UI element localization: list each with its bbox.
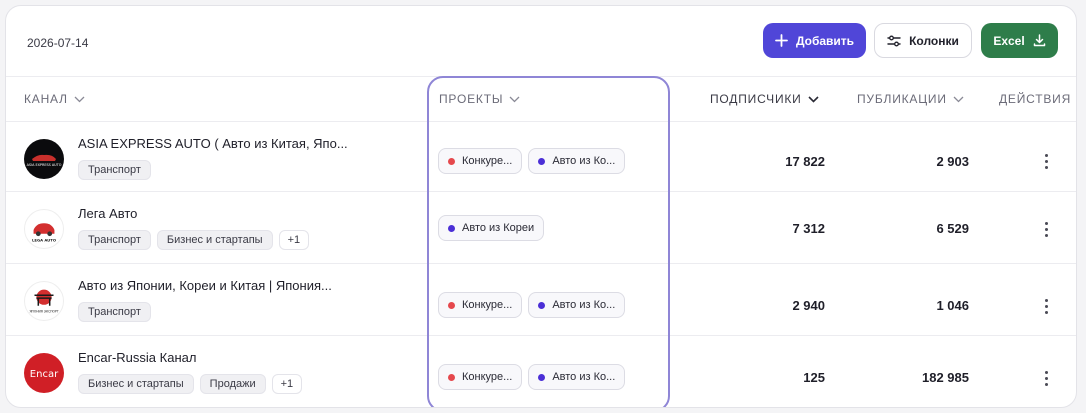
- channels-table-card: 2026-07-14 Добавить Колонки Excel КАНАЛ …: [5, 5, 1077, 408]
- project-chips: Конкуре... Авто из Ко...: [438, 148, 626, 174]
- category-tag: Продажи: [199, 374, 266, 394]
- channel-tags: Транспорт: [78, 302, 151, 322]
- columns-button-label: Колонки: [909, 33, 959, 48]
- header-channel[interactable]: КАНАЛ: [24, 92, 85, 106]
- publications-count: 6 529: [936, 221, 969, 236]
- chevron-down-icon: [808, 92, 819, 106]
- status-dot-icon: [448, 224, 455, 232]
- channel-avatar: LEGA AUTO: [24, 209, 64, 249]
- header-actions: ДЕЙСТВИЯ: [999, 92, 1071, 106]
- subscribers-count: 17 822: [785, 154, 825, 169]
- category-tag: Бизнес и стартапы: [156, 230, 273, 250]
- channel-tags: Транспорт Бизнес и стартапы +1: [78, 230, 310, 250]
- header-projects-label: ПРОЕКТЫ: [439, 92, 504, 106]
- toolbar: 2026-07-14 Добавить Колонки Excel: [6, 6, 1076, 76]
- project-chip-label: Конкуре...: [462, 155, 513, 167]
- svg-text:LEGA AUTO: LEGA AUTO: [32, 237, 57, 242]
- header-publications-label: ПУБЛИКАЦИИ: [857, 92, 947, 106]
- project-chip[interactable]: Конкуре...: [438, 364, 523, 390]
- channel-avatar: ЯПОНИЯ ЭКСПОРТ: [24, 281, 64, 321]
- add-button[interactable]: Добавить: [763, 23, 866, 58]
- project-chip-label: Авто из Кореи: [462, 222, 535, 234]
- subscribers-count: 2 940: [792, 298, 825, 313]
- channel-tags: Бизнес и стартапы Продажи +1: [78, 374, 303, 394]
- header-actions-label: ДЕЙСТВИЯ: [999, 92, 1072, 106]
- row-actions-menu-icon[interactable]: [1039, 219, 1053, 239]
- channel-name[interactable]: ASIA EXPRESS AUTO ( Авто из Китая, Япо..…: [78, 136, 348, 151]
- project-chip-label: Авто из Ко...: [552, 299, 616, 311]
- channel-name[interactable]: Encar-Russia Канал: [78, 350, 196, 365]
- chevron-down-icon: [74, 92, 85, 106]
- header-subscribers[interactable]: ПОДПИСЧИКИ: [710, 92, 819, 106]
- project-chips: Конкуре... Авто из Ко...: [438, 292, 626, 318]
- table-row[interactable]: ASIA EXPRESS AUTO ASIA EXPRESS AUTO ( Ав…: [6, 121, 1076, 193]
- project-chips: Авто из Кореи: [438, 215, 545, 241]
- header-channel-label: КАНАЛ: [24, 92, 68, 106]
- project-chip[interactable]: Авто из Ко...: [528, 148, 626, 174]
- row-actions-menu-icon[interactable]: [1039, 151, 1053, 171]
- status-dot-icon: [538, 157, 546, 165]
- publications-count: 182 985: [922, 370, 969, 385]
- project-chip-label: Конкуре...: [462, 299, 513, 311]
- channel-name[interactable]: Авто из Японии, Кореи и Китая | Япония..…: [78, 278, 332, 293]
- project-chip-label: Авто из Ко...: [552, 371, 616, 383]
- row-actions-menu-icon[interactable]: [1039, 368, 1053, 388]
- table-row[interactable]: Encar Encar-Russia Канал Бизнес и старта…: [6, 335, 1076, 407]
- add-button-label: Добавить: [795, 33, 855, 48]
- svg-text:ЯПОНИЯ ЭКСПОРТ: ЯПОНИЯ ЭКСПОРТ: [29, 309, 58, 313]
- excel-export-button[interactable]: Excel: [981, 23, 1058, 58]
- date-label: 2026-07-14: [27, 36, 89, 50]
- channel-tags: Транспорт: [78, 160, 151, 180]
- project-chip-label: Авто из Ко...: [552, 155, 616, 167]
- status-dot-icon: [448, 157, 455, 165]
- sliders-icon: [887, 35, 901, 47]
- category-tag: Транспорт: [78, 302, 151, 322]
- channel-avatar: ASIA EXPRESS AUTO: [24, 139, 64, 179]
- table-header: КАНАЛ ПРОЕКТЫ ПОДПИСЧИКИ ПУБЛИКАЦИИ ДЕЙС…: [6, 76, 1076, 121]
- project-chip[interactable]: Авто из Ко...: [528, 364, 626, 390]
- excel-button-label: Excel: [993, 33, 1025, 48]
- status-dot-icon: [538, 301, 546, 309]
- subscribers-count: 125: [803, 370, 825, 385]
- header-projects[interactable]: ПРОЕКТЫ: [439, 92, 520, 106]
- status-dot-icon: [448, 373, 455, 381]
- more-tags-badge[interactable]: +1: [271, 374, 303, 394]
- category-tag: Бизнес и стартапы: [78, 374, 194, 394]
- svg-text:Encar: Encar: [30, 369, 59, 380]
- status-dot-icon: [448, 301, 455, 309]
- subscribers-count: 7 312: [792, 221, 825, 236]
- svg-text:ASIA EXPRESS AUTO: ASIA EXPRESS AUTO: [27, 163, 62, 167]
- category-tag: Транспорт: [78, 230, 151, 250]
- table-row[interactable]: ЯПОНИЯ ЭКСПОРТ Авто из Японии, Кореи и К…: [6, 263, 1076, 335]
- header-publications[interactable]: ПУБЛИКАЦИИ: [857, 92, 964, 106]
- chevron-down-icon: [953, 92, 964, 106]
- project-chip[interactable]: Авто из Ко...: [528, 292, 626, 318]
- project-chip-label: Конкуре...: [462, 371, 513, 383]
- header-subscribers-label: ПОДПИСЧИКИ: [710, 92, 802, 106]
- columns-button[interactable]: Колонки: [874, 23, 972, 58]
- chevron-down-icon: [509, 92, 520, 106]
- channel-avatar: Encar: [24, 353, 64, 393]
- status-dot-icon: [538, 373, 546, 381]
- project-chip[interactable]: Конкуре...: [438, 292, 523, 318]
- project-chips: Конкуре... Авто из Ко...: [438, 364, 626, 390]
- table-row[interactable]: LEGA AUTO Лега Авто Транспорт Бизнес и с…: [6, 191, 1076, 263]
- plus-icon: [775, 34, 788, 47]
- publications-count: 1 046: [936, 298, 969, 313]
- publications-count: 2 903: [936, 154, 969, 169]
- download-icon: [1033, 34, 1046, 47]
- channel-name[interactable]: Лега Авто: [78, 206, 137, 221]
- more-tags-badge[interactable]: +1: [278, 230, 310, 250]
- category-tag: Транспорт: [78, 160, 151, 180]
- project-chip[interactable]: Авто из Кореи: [438, 215, 545, 241]
- row-actions-menu-icon[interactable]: [1039, 296, 1053, 316]
- project-chip[interactable]: Конкуре...: [438, 148, 523, 174]
